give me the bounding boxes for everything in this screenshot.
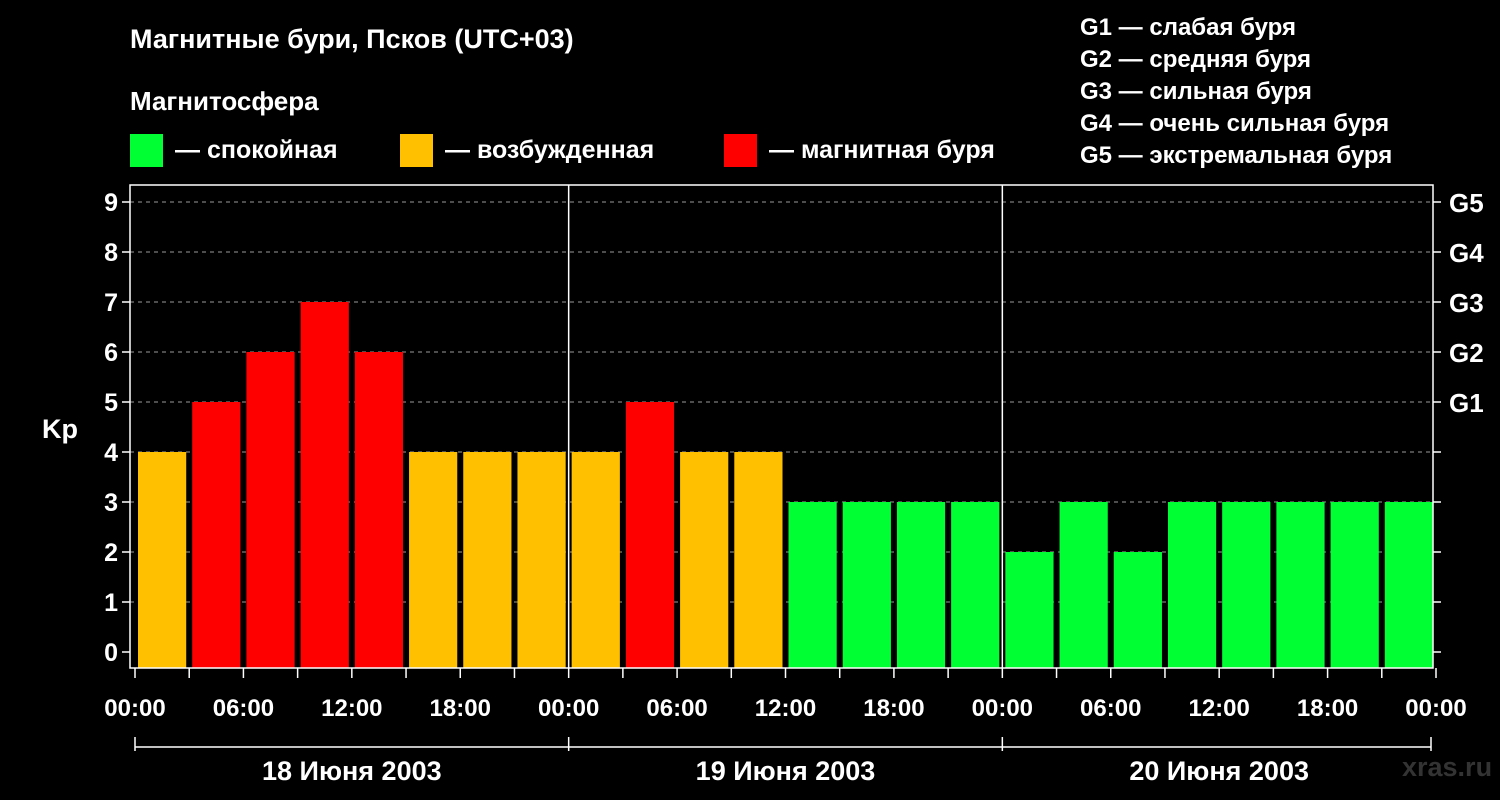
y-tick-label: 1 — [104, 589, 118, 617]
g-level-label: G5 — [1449, 188, 1484, 218]
kp-bar — [896, 502, 946, 668]
x-tick-label: 00:00 — [104, 695, 165, 722]
kp-bar — [1167, 502, 1217, 668]
kp-bar — [463, 452, 512, 668]
y-tick-label: 8 — [104, 239, 118, 267]
y-tick-label: 3 — [104, 489, 118, 517]
kp-bar-chart: 0 1 2 3 4 5 6 7 8 9 G1 G2 G3 G4 G5 Kp 00:00 06:00 12:00 18:… — [42, 184, 1484, 786]
kp-bar — [246, 352, 295, 668]
kp-bar — [1330, 502, 1379, 668]
kp-bar — [192, 402, 241, 668]
y-tick-label: 6 — [104, 339, 118, 367]
x-tick-label: 00:00 — [972, 695, 1033, 722]
kp-bar — [734, 452, 783, 668]
kp-bar — [300, 302, 349, 668]
kp-bar — [842, 502, 891, 668]
x-tick-label: 18:00 — [863, 695, 924, 722]
g-level-label: G4 — [1449, 238, 1484, 268]
g-level-label: G1 — [1449, 388, 1484, 418]
x-tick-label: 00:00 — [538, 695, 599, 722]
kp-bar — [951, 502, 1000, 668]
kp-bar — [788, 502, 837, 668]
y-tick-label: 7 — [104, 289, 118, 317]
kp-bar — [354, 352, 404, 668]
day-label: 18 Июня 2003 — [262, 756, 442, 786]
y-axis-label: Kp — [42, 414, 78, 444]
kp-bar — [1384, 502, 1433, 668]
kp-bar — [517, 452, 566, 668]
x-tick-label: 12:00 — [755, 695, 816, 722]
kp-bar — [409, 452, 458, 668]
kp-bar — [625, 402, 675, 668]
x-tick-label: 06:00 — [646, 695, 707, 722]
day-label: 20 Июня 2003 — [1129, 756, 1309, 786]
x-tick-label: 06:00 — [213, 695, 274, 722]
kp-bar — [1276, 502, 1325, 668]
kp-bar — [138, 452, 187, 668]
day-label: 19 Июня 2003 — [696, 756, 876, 786]
kp-bar — [1222, 502, 1271, 668]
x-tick-label: 12:00 — [321, 695, 382, 722]
y-tick-label: 2 — [104, 539, 118, 567]
kp-bar — [680, 452, 729, 668]
kp-bar — [1059, 502, 1108, 668]
x-tick-label: 06:00 — [1080, 695, 1141, 722]
x-tick-label: 18:00 — [430, 695, 491, 722]
kp-bar — [1005, 552, 1054, 668]
y-tick-label: 0 — [104, 639, 118, 667]
g-level-label: G2 — [1449, 338, 1484, 368]
g-level-label: G3 — [1449, 288, 1484, 318]
x-tick-label: 18:00 — [1297, 695, 1358, 722]
kp-bar — [1113, 552, 1162, 668]
x-tick-label: 12:00 — [1188, 695, 1249, 722]
watermark: xras.ru — [1402, 752, 1493, 782]
y-tick-label: 5 — [104, 389, 118, 417]
kp-bar — [571, 452, 620, 668]
y-tick-label: 4 — [104, 439, 118, 467]
y-tick-label: 9 — [104, 189, 118, 217]
x-tick-label: 00:00 — [1405, 695, 1466, 722]
